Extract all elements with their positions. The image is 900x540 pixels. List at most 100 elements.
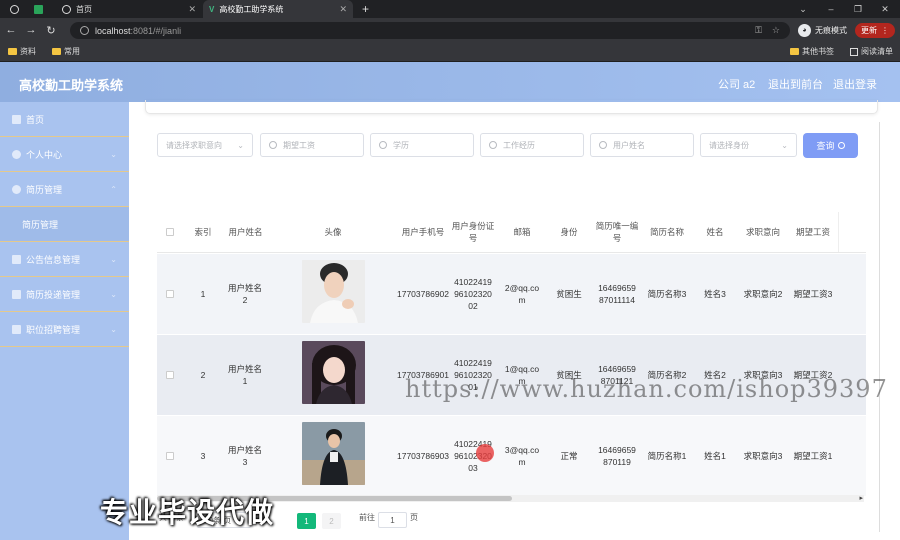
- checkbox[interactable]: [166, 371, 174, 379]
- cell-intent: 求职意向3: [743, 450, 783, 461]
- incognito-indicator[interactable]: ◕ 无痕模式: [798, 22, 847, 39]
- reading-list[interactable]: 阅读清单: [850, 46, 893, 57]
- goto-suffix: 页: [410, 513, 418, 522]
- bookmark-folder-materials[interactable]: 资料: [8, 46, 36, 57]
- cell-salary: 期望工资1: [793, 450, 833, 461]
- sidebar-item-announcements[interactable]: 公告信息管理 ⌄: [0, 242, 129, 277]
- col-resume-name: 简历名称: [649, 226, 684, 237]
- col-name: 姓名: [706, 226, 724, 237]
- close-icon[interactable]: ✕: [188, 4, 196, 15]
- expected-salary-input[interactable]: 期望工资: [260, 133, 364, 157]
- vue-logo-icon: V: [209, 4, 215, 14]
- sidebar-item-label: 个人中心: [26, 149, 63, 160]
- announcement-icon: [12, 254, 21, 264]
- other-bookmarks[interactable]: 其他书签: [790, 46, 834, 57]
- cell-phone: 17703786903: [397, 450, 450, 461]
- next-page-button[interactable]: 2: [322, 513, 341, 529]
- incognito-icon: ◕: [798, 24, 811, 37]
- header-divider: [157, 252, 866, 253]
- recruitment-icon: [12, 324, 21, 334]
- cell-index: 2: [200, 369, 206, 380]
- sidebar-subitem-resume-manage[interactable]: 简历管理: [0, 207, 129, 242]
- update-button[interactable]: 更新 ⋮: [855, 23, 895, 38]
- reading-list-label: 阅读清单: [861, 47, 893, 56]
- user-name-input[interactable]: 用户姓名: [590, 133, 694, 157]
- cell-identity: 贫困生: [556, 288, 582, 299]
- input-placeholder: 学历: [393, 140, 409, 150]
- tab-label: 首页: [76, 4, 92, 14]
- row-checkbox-cell[interactable]: [157, 254, 183, 334]
- col-overflow: [838, 212, 866, 252]
- checkbox[interactable]: [166, 228, 174, 236]
- select-placeholder: 请选择求职意向: [166, 140, 222, 150]
- back-icon[interactable]: ←: [4, 23, 18, 37]
- globe-icon: [62, 4, 71, 14]
- chevron-down-icon: ⌄: [110, 324, 117, 334]
- tab-system[interactable]: V 高校勤工助学系统 ✕: [203, 0, 353, 18]
- cell-resume-name: 简历名称3: [647, 288, 687, 299]
- query-button[interactable]: 查询: [803, 133, 858, 158]
- tab-0[interactable]: [4, 0, 26, 18]
- cell-resume-name: 简历名称1: [647, 450, 687, 461]
- url-watermark: https://www.huzhan.com/ishop39397: [405, 375, 888, 403]
- col-avatar: 头像: [324, 226, 342, 237]
- chevron-down-icon: ⌄: [237, 140, 244, 150]
- tab-home[interactable]: 首页 ✕: [56, 0, 202, 18]
- education-input[interactable]: 学历: [370, 133, 474, 157]
- new-tab-button[interactable]: +: [356, 0, 376, 18]
- row-checkbox-cell[interactable]: [157, 335, 183, 415]
- sidebar-item-delivery[interactable]: 简历投递管理 ⌄: [0, 277, 129, 312]
- select-placeholder: 请选择身份: [709, 140, 749, 150]
- sidebar-item-home[interactable]: 首页: [0, 102, 129, 137]
- col-email: 邮箱: [513, 226, 531, 237]
- maximize-icon[interactable]: ❐: [845, 0, 871, 18]
- avatar-photo-icon: [302, 422, 365, 485]
- cell-phone: 17703786902: [397, 288, 450, 299]
- url-host: localhost: [95, 25, 131, 36]
- avatar-photo-icon: [302, 260, 365, 323]
- search-icon: [269, 141, 277, 149]
- bookmark-folder-common[interactable]: 常用: [52, 46, 80, 57]
- minimize-icon[interactable]: –: [818, 0, 844, 18]
- chevron-up-icon: ⌃: [110, 184, 117, 194]
- window-close-icon[interactable]: ✕: [872, 0, 898, 18]
- to-frontend-link[interactable]: 退出到前台: [768, 76, 823, 92]
- cell-email: 2@qq.com: [504, 282, 540, 305]
- page-1-button[interactable]: 1: [297, 513, 316, 529]
- sidebar-item-profile[interactable]: 个人中心 ⌄: [0, 137, 129, 172]
- avatar: [302, 341, 365, 404]
- avatar: [302, 422, 365, 485]
- folder-icon: [8, 48, 17, 55]
- other-bookmarks-label: 其他书签: [802, 47, 834, 56]
- info-icon: [80, 26, 89, 35]
- experience-input[interactable]: 工作经历: [480, 133, 584, 157]
- checkbox[interactable]: [166, 452, 174, 460]
- select-all-checkbox-cell[interactable]: [157, 212, 183, 252]
- key-icon[interactable]: ⚿: [755, 25, 762, 36]
- chevron-down-icon: ⌄: [110, 149, 117, 159]
- reload-icon[interactable]: ↻: [44, 23, 58, 37]
- tab-1[interactable]: [28, 0, 54, 18]
- col-salary: 期望工资: [795, 226, 830, 237]
- folder-icon: [52, 48, 61, 55]
- current-user: 公司 a2: [718, 79, 756, 91]
- vertical-scrollbar[interactable]: [879, 122, 885, 532]
- input-placeholder: 用户姓名: [613, 140, 645, 150]
- sidebar-item-resume[interactable]: 简历管理 ⌃: [0, 172, 129, 207]
- job-intent-select[interactable]: 请选择求职意向 ⌄: [157, 133, 253, 157]
- checkbox[interactable]: [166, 290, 174, 298]
- row-checkbox-cell[interactable]: [157, 416, 183, 496]
- forward-icon[interactable]: →: [24, 23, 38, 37]
- tab-search-icon[interactable]: ⌄: [790, 0, 816, 18]
- col-user-name: 用户姓名: [228, 226, 263, 237]
- scroll-right-icon[interactable]: ▸: [859, 494, 863, 502]
- delivery-icon: [12, 289, 21, 299]
- identity-select[interactable]: 请选择身份 ⌄: [700, 133, 797, 157]
- address-bar-row: ← → ↻ localhost:8081/#/jianli ⚿ ☆ ◕ 无痕模式…: [0, 18, 900, 43]
- logout-link[interactable]: 退出登录: [833, 76, 877, 92]
- sidebar-item-recruitment[interactable]: 职位招聘管理 ⌄: [0, 312, 129, 347]
- close-icon[interactable]: ✕: [339, 4, 347, 15]
- goto-page-input[interactable]: 1: [378, 512, 407, 528]
- star-icon[interactable]: ☆: [772, 25, 780, 36]
- url-input[interactable]: localhost:8081/#/jianli ⚿ ☆: [70, 22, 790, 39]
